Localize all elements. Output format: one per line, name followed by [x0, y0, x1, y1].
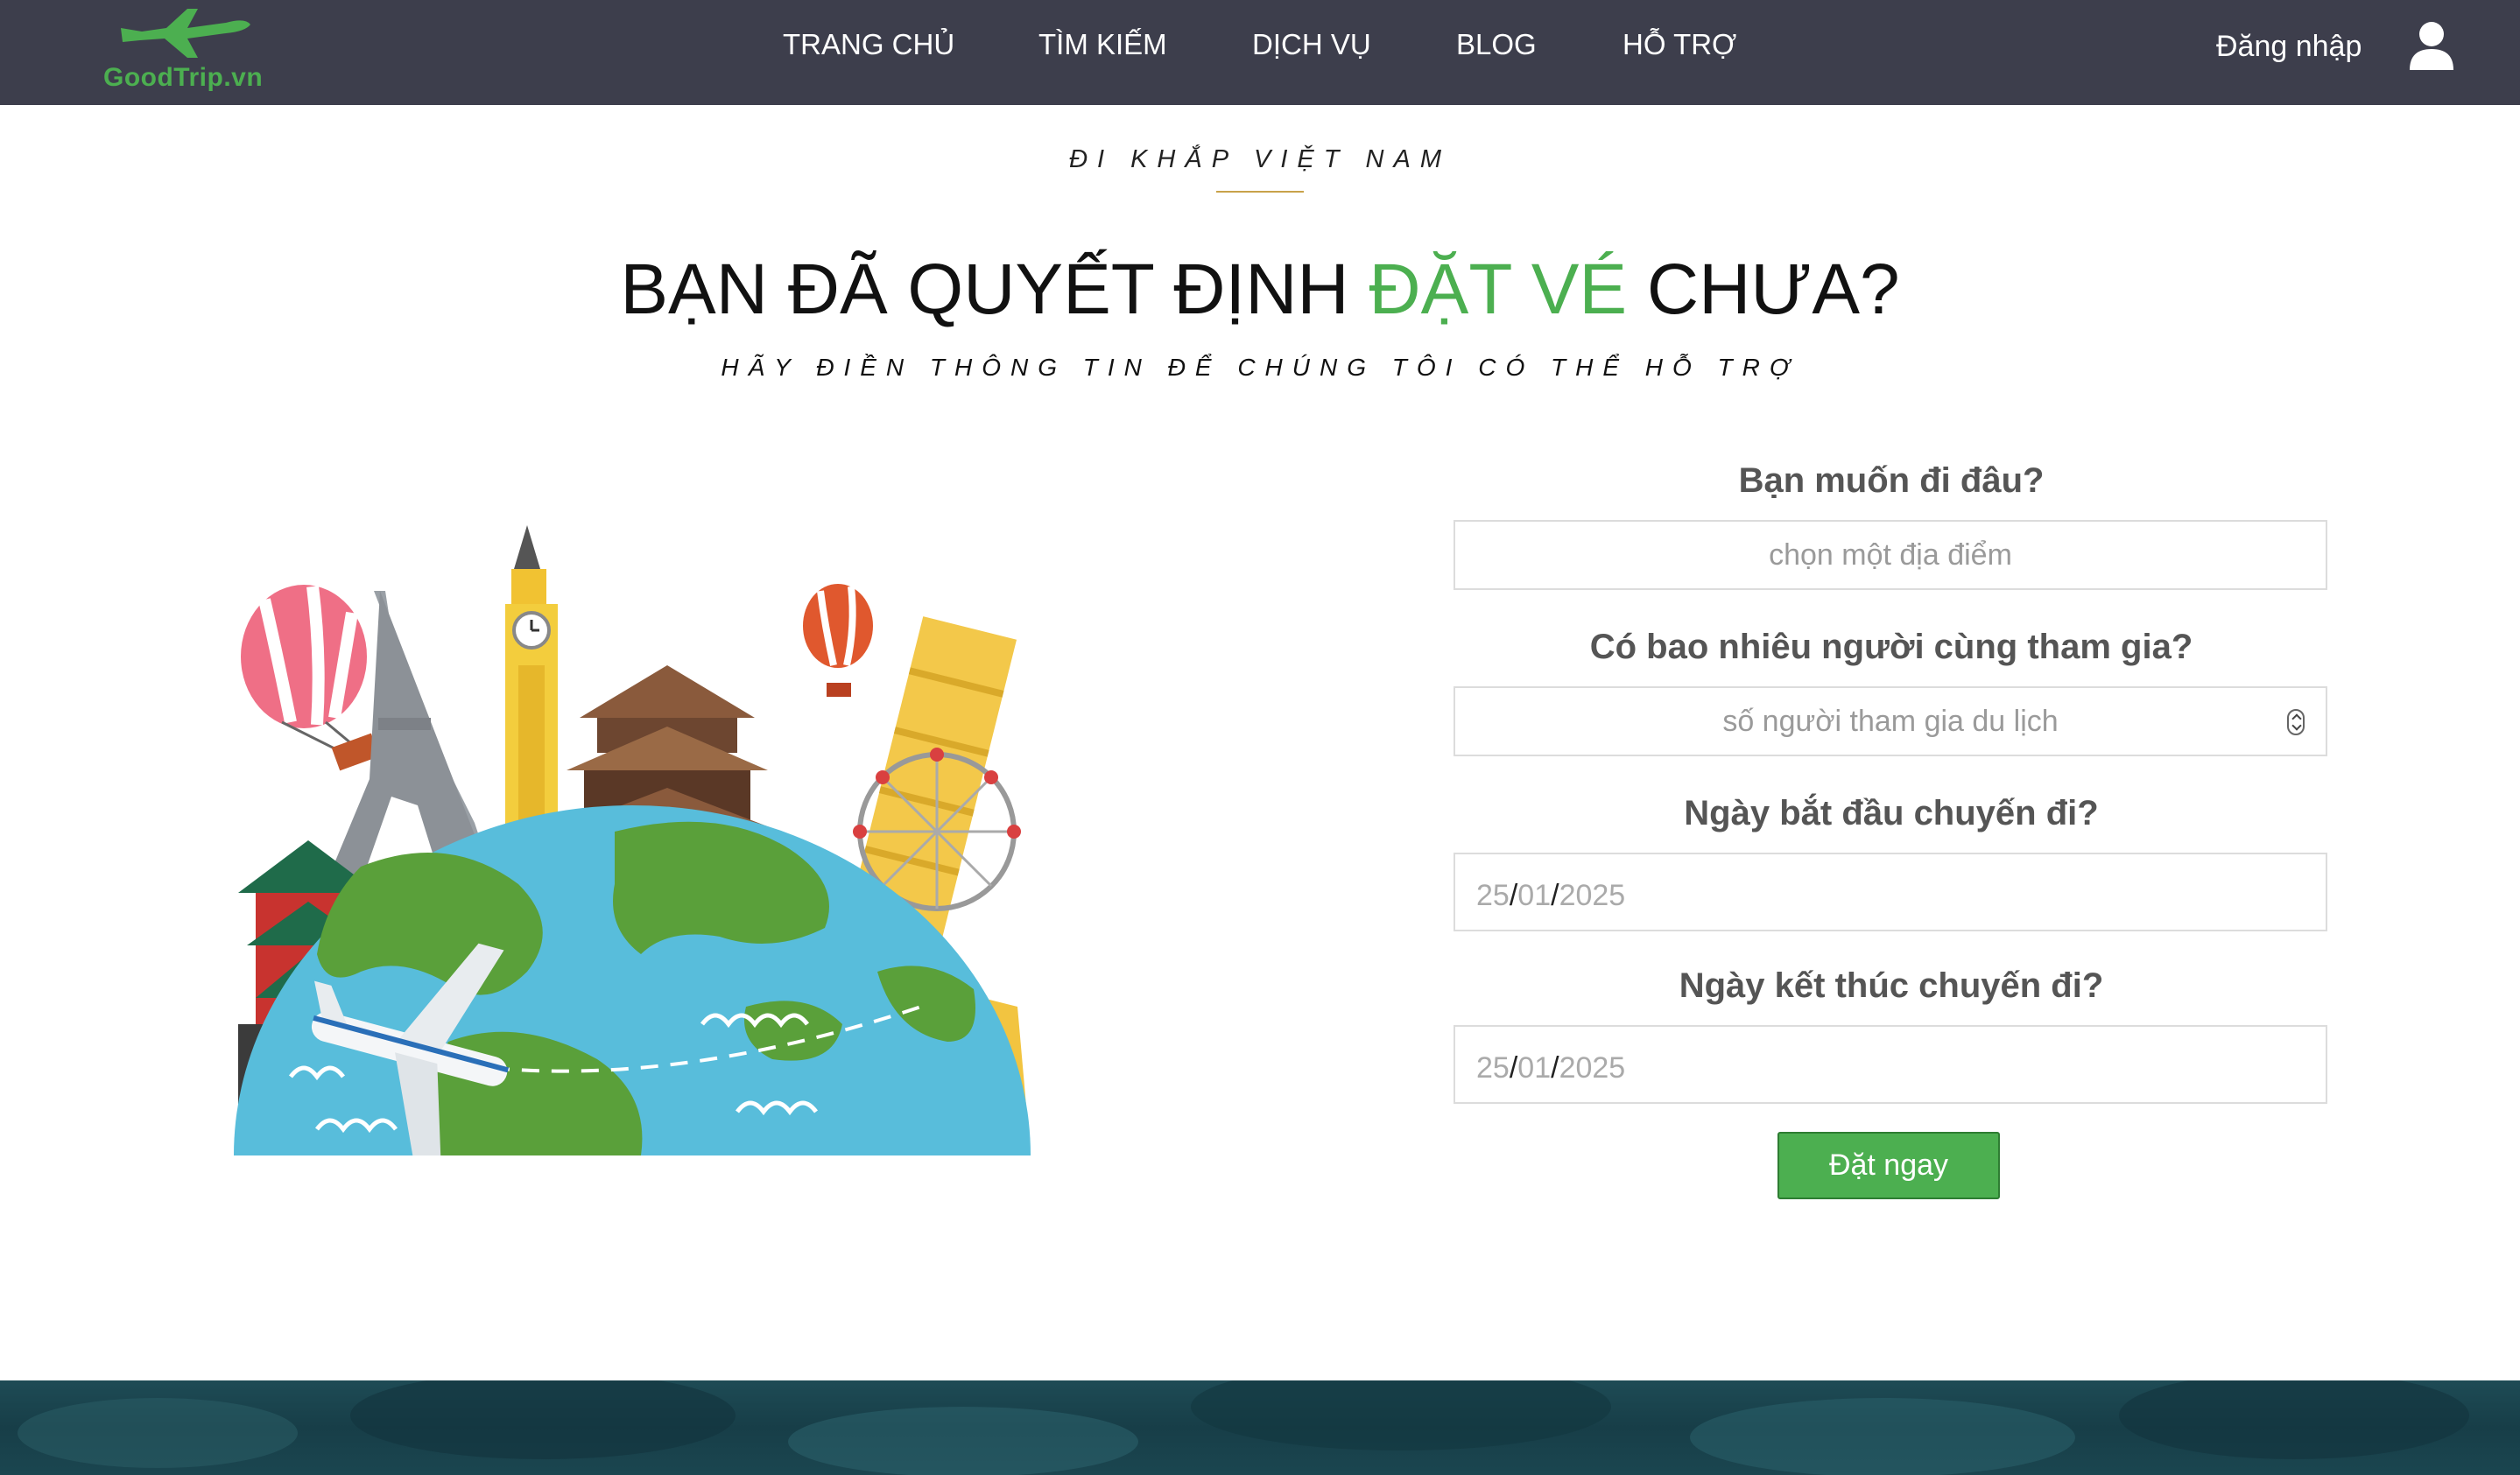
- travel-globe-illustration: [234, 525, 1031, 1155]
- hot-air-balloon-left: [241, 585, 380, 771]
- title-start: BẠN ĐÃ QUYẾT ĐỊNH: [620, 249, 1369, 329]
- destination-input[interactable]: [1455, 522, 2326, 588]
- destination-label: Bạn muốn đi đâu?: [1738, 461, 2045, 500]
- start-day[interactable]: 25: [1476, 879, 1510, 912]
- end-day[interactable]: 25: [1476, 1051, 1510, 1085]
- user-icon[interactable]: [2408, 21, 2455, 70]
- brand-logo[interactable]: GoodTrip.vn: [98, 2, 273, 96]
- date-separator: /: [1551, 1051, 1559, 1085]
- people-field[interactable]: [1454, 686, 2327, 756]
- eyebrow-divider: [1216, 191, 1304, 193]
- destination-field[interactable]: [1454, 520, 2327, 590]
- eyebrow-text: ĐI KHẮP VIỆT NAM: [1069, 145, 1451, 173]
- login-link[interactable]: Đăng nhập: [2216, 30, 2362, 64]
- page-subtitle: HÃY ĐIỀN THÔNG TIN ĐỂ CHÚNG TÔI CÓ THỂ H…: [721, 354, 1799, 381]
- end-date-value[interactable]: 25/01/2025: [1476, 1051, 1625, 1085]
- footer-background: [0, 1380, 2520, 1475]
- start-year[interactable]: 2025: [1559, 879, 1626, 912]
- top-navbar: GoodTrip.vn TRANG CHỦ TÌM KIẾM DỊCH VỤ B…: [0, 0, 2520, 105]
- end-date-field[interactable]: 25/01/2025: [1454, 1025, 2327, 1104]
- nav-item-support[interactable]: HỖ TRỢ: [1623, 28, 1736, 61]
- title-accent: ĐẶT VÉ: [1369, 249, 1628, 329]
- hot-air-balloon-right: [803, 584, 873, 697]
- book-now-button[interactable]: Đặt ngay: [1777, 1132, 2000, 1199]
- date-separator: /: [1551, 879, 1559, 912]
- start-date-field[interactable]: 25/01/2025: [1454, 853, 2327, 931]
- nav-item-blog[interactable]: BLOG: [1456, 28, 1537, 61]
- nav-item-home[interactable]: TRANG CHỦ: [783, 28, 954, 61]
- page-title: BẠN ĐÃ QUYẾT ĐỊNH ĐẶT VÉ CHƯA?: [0, 249, 2520, 331]
- start-month[interactable]: 01: [1517, 879, 1551, 912]
- number-stepper-icon[interactable]: [2287, 709, 2305, 735]
- nav-item-search[interactable]: TÌM KIẾM: [1038, 28, 1167, 61]
- people-label: Có bao nhiêu người cùng tham gia?: [1589, 628, 2193, 666]
- people-input[interactable]: [1455, 688, 2326, 755]
- end-month[interactable]: 01: [1517, 1051, 1551, 1085]
- start-date-label: Ngày bắt đầu chuyến đi?: [1684, 794, 2099, 832]
- title-end: CHƯA?: [1627, 249, 1900, 329]
- start-date-value[interactable]: 25/01/2025: [1476, 879, 1625, 913]
- end-date-label: Ngày kết thúc chuyến đi?: [1679, 966, 2104, 1005]
- date-separator: /: [1509, 1051, 1518, 1085]
- brand-name: GoodTrip.vn: [103, 63, 264, 92]
- date-separator: /: [1509, 879, 1518, 912]
- airplane-icon: [121, 9, 250, 58]
- end-year[interactable]: 2025: [1559, 1051, 1626, 1085]
- nav-item-services[interactable]: DỊCH VỤ: [1252, 28, 1371, 61]
